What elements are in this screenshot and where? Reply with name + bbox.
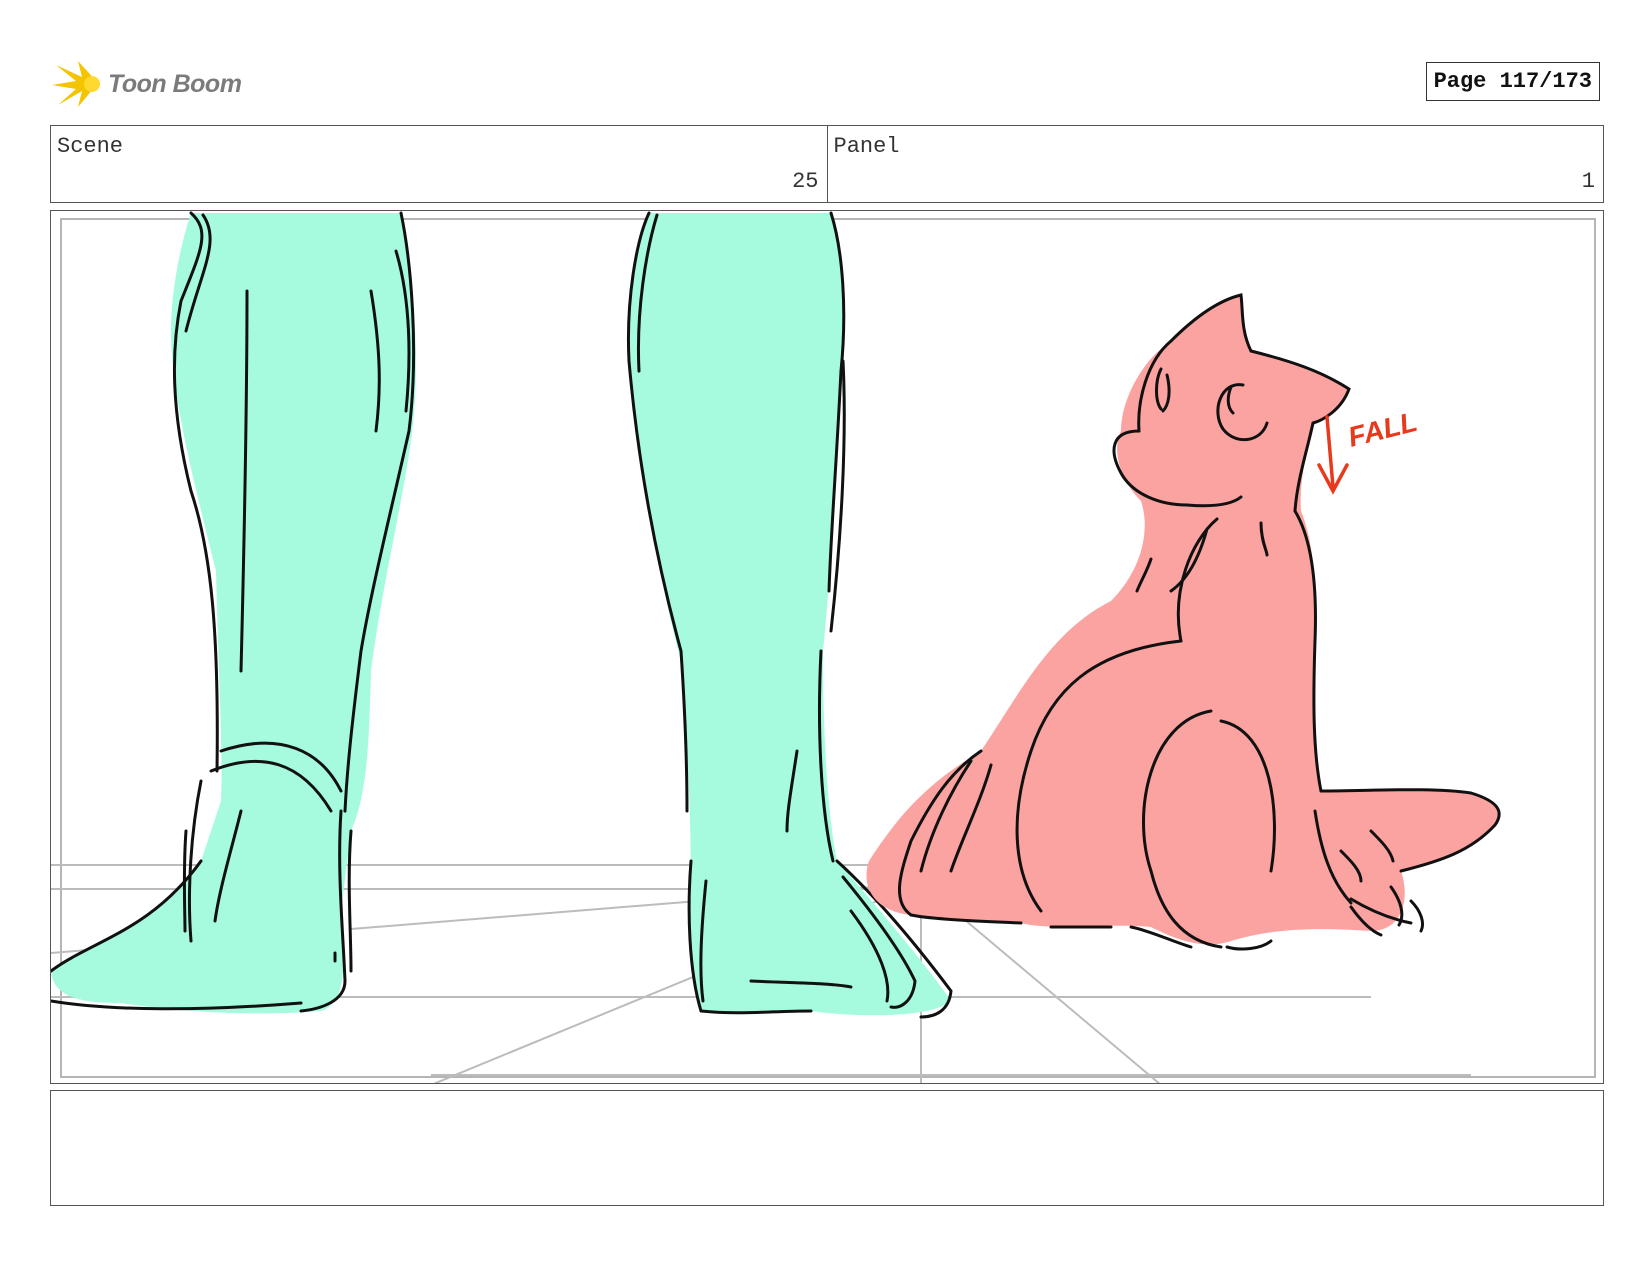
fall-annotation: FALL [1317, 406, 1420, 495]
page-number: Page 117/173 [1425, 62, 1600, 101]
panel-label: Panel [833, 134, 900, 159]
scene-panel-header: Scene 25 Panel 1 [50, 125, 1604, 203]
fall-label: FALL [1345, 406, 1420, 453]
panel-drawing: FALL [51, 211, 1596, 1083]
panel-number: 1 [1581, 169, 1595, 194]
panel-cell: Panel 1 [826, 126, 1604, 202]
storyboard-panel: FALL [50, 210, 1604, 1084]
brand-name: Toon Boom [108, 69, 242, 98]
scene-number: 25 [792, 169, 819, 194]
scene-label: Scene [57, 134, 124, 159]
panel-notes [50, 1090, 1604, 1206]
toon-boom-logo: Toon Boom [52, 58, 262, 110]
scene-cell: Scene 25 [51, 126, 827, 202]
left-leg [51, 211, 417, 1014]
pink-creature [866, 293, 1501, 951]
down-arrow-icon [1317, 415, 1349, 495]
starburst-icon [52, 61, 100, 107]
